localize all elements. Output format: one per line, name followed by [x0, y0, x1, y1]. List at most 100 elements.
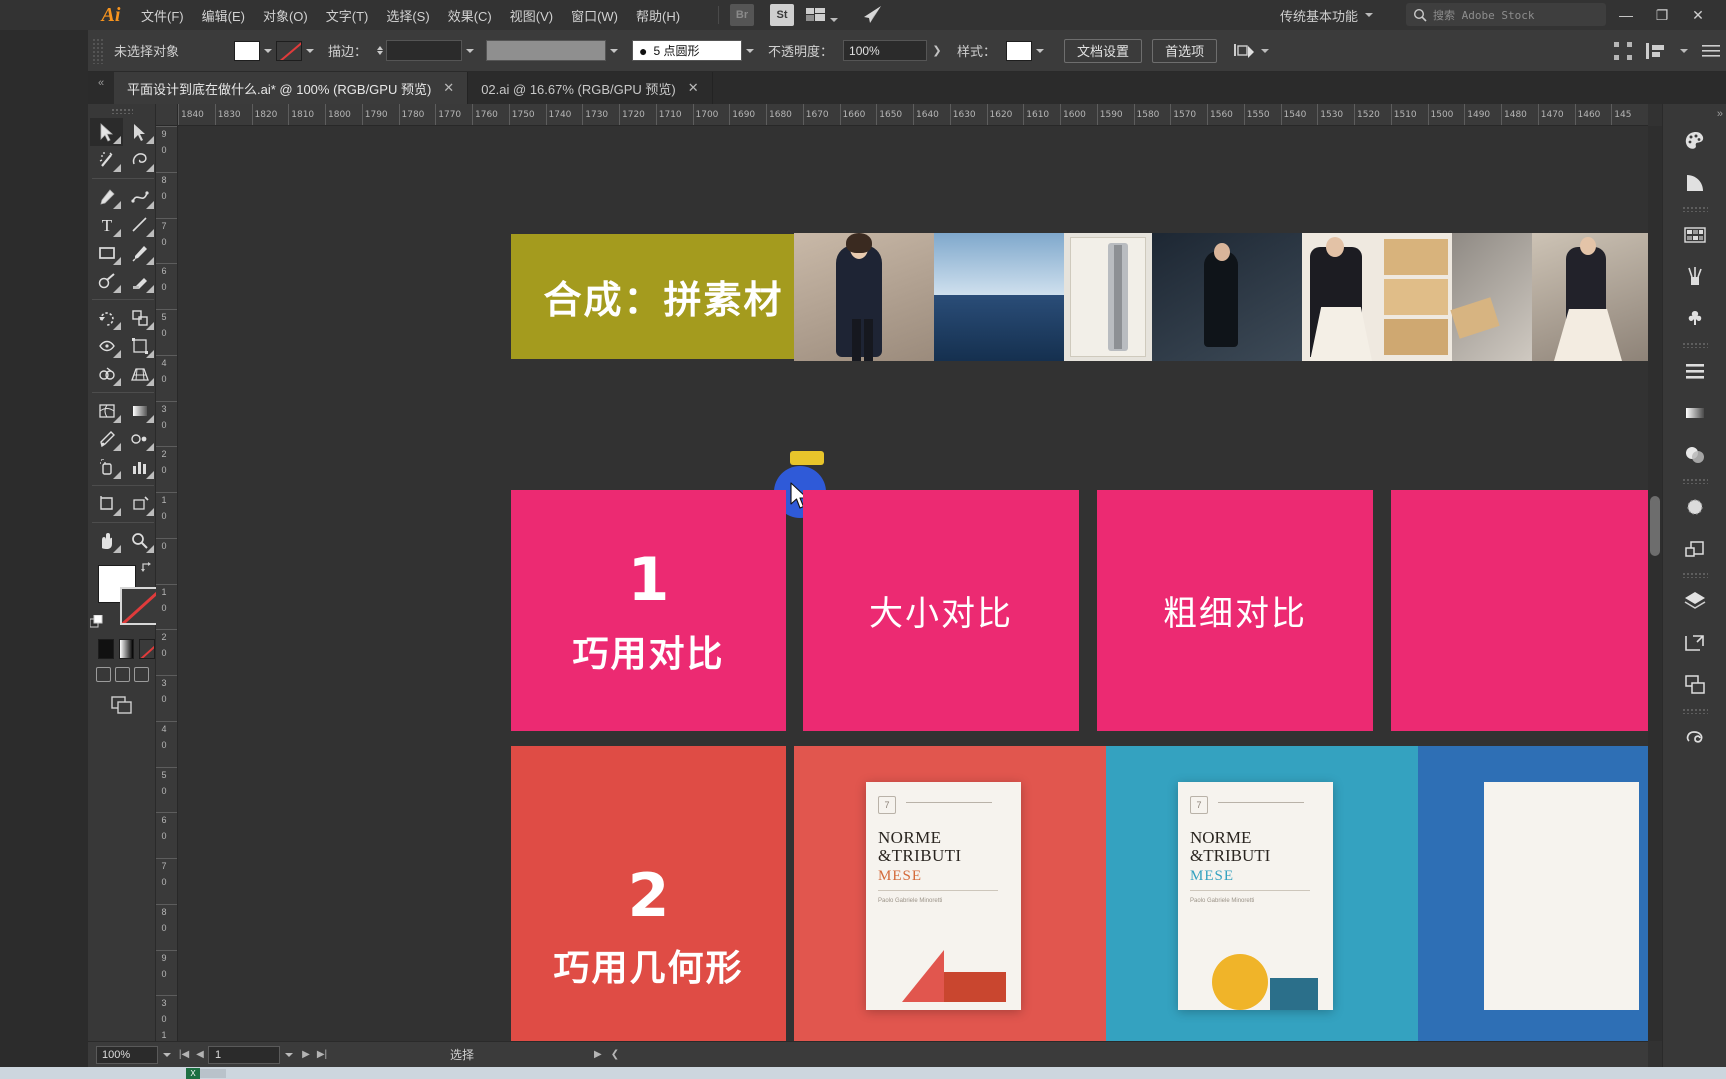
rotate-tool[interactable] — [90, 304, 123, 332]
arrange-documents-icon[interactable] — [805, 6, 827, 23]
hand-tool[interactable] — [90, 527, 123, 555]
menu-help[interactable]: 帮助(H) — [627, 2, 689, 29]
control-bar-grip[interactable] — [92, 37, 104, 64]
brushes-panel-icon[interactable] — [1663, 256, 1726, 298]
taskbar-chip[interactable] — [200, 1069, 226, 1078]
pathfinder-panel-icon[interactable] — [1663, 528, 1726, 570]
card-weight-contrast[interactable]: 粗细对比 — [1097, 490, 1373, 731]
gradient-button[interactable] — [118, 639, 135, 659]
arrange-chevron-icon[interactable] — [830, 11, 838, 25]
card-contrast-extra[interactable] — [1391, 490, 1648, 731]
artboards-panel-icon[interactable] — [1663, 622, 1726, 664]
zoom-dropdown-icon[interactable] — [158, 1046, 176, 1064]
default-fill-stroke-icon[interactable] — [90, 615, 104, 629]
scale-tool[interactable] — [123, 304, 156, 332]
opacity-field[interactable]: 100% — [843, 40, 928, 61]
prev-artboard-button[interactable]: ◀ — [192, 1046, 208, 1064]
close-tab-icon[interactable]: ✕ — [443, 80, 454, 96]
horizontal-ruler[interactable]: 1840 1830 1820 1810 1800 1790 1780 1770 1760 1750… — [178, 104, 1648, 126]
rectangle-tool[interactable] — [90, 239, 123, 267]
slice-tool[interactable] — [123, 490, 156, 518]
dock-group-grip[interactable] — [1663, 340, 1726, 350]
stroke-profile-dropdown-icon[interactable] — [606, 41, 622, 61]
swatches-panel-icon[interactable] — [1663, 214, 1726, 256]
brush-definition-field[interactable]: ● 5 点圆形 — [632, 40, 743, 61]
line-segment-tool[interactable] — [123, 211, 156, 239]
eraser-tool[interactable] — [123, 267, 156, 295]
asset-export-panel-icon[interactable] — [1663, 664, 1726, 706]
draw-inside-button[interactable] — [134, 667, 149, 682]
artboard-canvas[interactable]: 合成：拼素材 1 巧用对比 大小对比 粗细对比 2 巧用几何形 7 NORME … — [178, 126, 1648, 1041]
color-button[interactable] — [98, 639, 114, 659]
dock-group-grip[interactable] — [1663, 706, 1726, 716]
type-tool[interactable]: T — [90, 211, 123, 239]
poster-group[interactable]: 7 NORME &TRIBUTI MESE Paolo Gabriele Min… — [794, 746, 1648, 1041]
mesh-tool[interactable] — [90, 397, 123, 425]
preferences-button[interactable]: 首选项 — [1152, 38, 1218, 63]
symbol-sprayer-tool[interactable] — [90, 453, 123, 481]
layers-panel-icon[interactable] — [1663, 580, 1726, 622]
width-tool[interactable] — [90, 332, 123, 360]
curvature-tool[interactable] — [123, 183, 156, 211]
menu-type[interactable]: 文字(T) — [317, 2, 378, 29]
fill-color-swatch[interactable] — [234, 40, 260, 61]
tools-panel-grip[interactable] — [88, 104, 155, 118]
menu-select[interactable]: 选择(S) — [377, 2, 438, 29]
stroke-dropdown-icon[interactable] — [302, 41, 318, 61]
brush-dropdown-icon[interactable] — [742, 41, 758, 61]
control-bar-menu-icon[interactable] — [1702, 44, 1720, 58]
fill-dropdown-icon[interactable] — [260, 41, 276, 61]
stroke-swatch[interactable] — [120, 587, 158, 625]
photo-strip-fashion[interactable] — [794, 233, 1648, 361]
dock-group-grip[interactable] — [1663, 204, 1726, 214]
bridge-icon[interactable]: Br — [730, 4, 754, 26]
align-panel-icon[interactable] — [1646, 42, 1666, 60]
blend-tool[interactable] — [123, 425, 156, 453]
first-artboard-button[interactable]: |◀ — [176, 1046, 192, 1064]
color-guide-panel-icon[interactable] — [1663, 162, 1726, 204]
last-artboard-button[interactable]: ▶| — [314, 1046, 330, 1064]
style-dropdown-icon[interactable] — [1032, 41, 1048, 61]
dock-group-grip[interactable] — [1663, 476, 1726, 486]
excel-taskbar-icon[interactable]: X — [186, 1068, 200, 1079]
close-button[interactable]: ✕ — [1680, 0, 1716, 30]
change-screen-mode-button[interactable] — [88, 682, 155, 714]
artboard-number-field[interactable]: 1 — [208, 1045, 280, 1064]
swap-fill-stroke-icon[interactable] — [140, 561, 154, 575]
minimize-button[interactable]: — — [1608, 0, 1644, 30]
draw-behind-button[interactable] — [115, 667, 130, 682]
status-flyout-left-icon[interactable]: ❮ — [611, 1049, 619, 1060]
menu-window[interactable]: 窗口(W) — [562, 2, 627, 29]
stock-search-box[interactable]: 搜索 Adobe Stock — [1406, 3, 1606, 26]
stock-icon[interactable]: St — [770, 4, 794, 26]
card-geometry[interactable]: 2 巧用几何形 — [511, 746, 786, 1041]
none-button[interactable] — [139, 639, 156, 659]
document-tab-2[interactable]: 02.ai @ 16.67% (RGB/GPU 预览) ✕ — [468, 72, 713, 104]
free-transform-tool[interactable] — [123, 332, 156, 360]
dock-collapse-icon[interactable]: » — [1717, 108, 1723, 120]
stroke-weight-spinner[interactable] — [377, 46, 384, 55]
artboard-tool[interactable] — [90, 490, 123, 518]
vertical-ruler[interactable]: 9 0 8 0 7 0 6 0 5 0 4 0 3 0 2 0 1 0 0 1 0 2 0 3 0 4 0… — [156, 126, 178, 1041]
eyedropper-tool[interactable] — [90, 425, 123, 453]
selection-widget-top[interactable] — [790, 451, 824, 465]
shaper-tool[interactable] — [90, 267, 123, 295]
magic-wand-tool[interactable] — [90, 146, 123, 174]
gradient-panel-icon[interactable] — [1663, 392, 1726, 434]
rocket-icon[interactable] — [860, 4, 884, 26]
canvas-vertical-scrollbar[interactable] — [1648, 126, 1662, 1041]
menu-file[interactable]: 文件(F) — [132, 2, 193, 29]
control-bar-chevron-icon[interactable] — [1680, 49, 1688, 53]
stroke-color-swatch[interactable] — [276, 40, 302, 61]
stroke-weight-dropdown-icon[interactable] — [462, 41, 478, 61]
align-panel-icon[interactable] — [1663, 350, 1726, 392]
stroke-profile-field[interactable] — [486, 40, 607, 61]
artboard-dropdown-icon[interactable] — [280, 1046, 298, 1064]
close-tab-icon[interactable]: ✕ — [688, 80, 699, 96]
zoom-tool[interactable] — [123, 527, 156, 555]
card-contrast[interactable]: 1 巧用对比 — [511, 490, 786, 731]
color-panel-icon[interactable] — [1663, 120, 1726, 162]
card-size-contrast[interactable]: 大小对比 — [803, 490, 1079, 731]
gradient-tool[interactable] — [123, 397, 156, 425]
workspace-switcher[interactable]: 传统基本功能 — [1272, 3, 1381, 27]
